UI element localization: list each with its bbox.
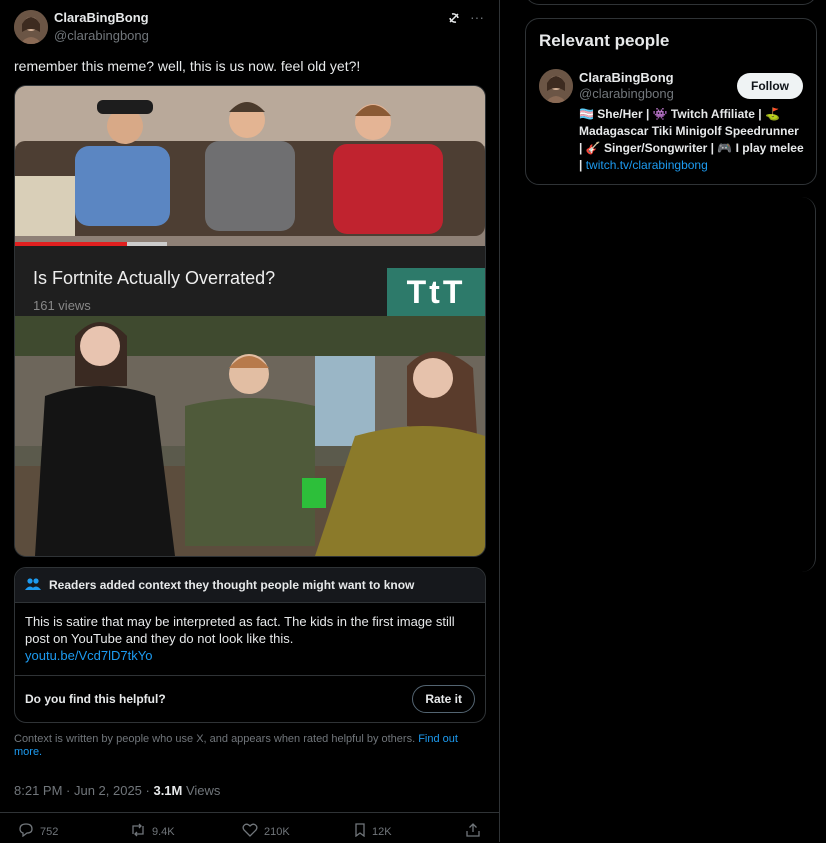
video-caption: Is Fortnite Actually Overrated? 161 view… [15, 246, 485, 316]
like-count: 210K [264, 825, 290, 838]
note-disclaimer: Context is written by people who use X, … [14, 733, 484, 759]
views-label: Views [182, 783, 221, 798]
bio-line-1: 🏳️‍⚧️ She/Her | 👾 Twitch Affiliate | ⛳ [579, 107, 780, 121]
handle[interactable]: @clarabingbong [54, 28, 149, 43]
grok-icon[interactable] [447, 11, 461, 30]
note-text: This is satire that may be interpreted a… [25, 614, 455, 646]
reply-button[interactable]: 752 [18, 823, 58, 840]
channel-logo: TtT [387, 268, 485, 316]
relevant-people-card: Relevant people ClaraBingBong @clarabing… [525, 18, 817, 185]
heart-icon [242, 823, 258, 840]
tweet-column: ClaraBingBong @clarabingbong ··· remembe… [0, 0, 500, 842]
note-link[interactable]: youtu.be/Vcd7lD7tkYo [25, 647, 475, 664]
video-thumbnail [15, 86, 485, 246]
video-views: 161 views [33, 298, 91, 313]
sidebar-empty-panel [525, 197, 816, 572]
timestamp[interactable]: 8:21 PM · Jun 2, 2025 · [14, 783, 153, 798]
note-body: This is satire that may be interpreted a… [15, 603, 485, 676]
bookmark-icon [354, 823, 366, 840]
recreation-photo [15, 316, 485, 556]
community-note: Readers added context they thought peopl… [14, 567, 486, 723]
share-button[interactable] [466, 823, 480, 840]
note-footer: Do you find this helpful? Rate it [15, 675, 485, 722]
bio-link[interactable]: twitch.tv/clarabingbong [586, 158, 708, 172]
rate-it-button[interactable]: Rate it [412, 685, 475, 713]
person-bio: 🏳️‍⚧️ She/Her | 👾 Twitch Affiliate | ⛳ M… [579, 106, 809, 174]
display-name[interactable]: ClaraBingBong [54, 10, 149, 25]
tweet-media[interactable]: Is Fortnite Actually Overrated? 161 view… [14, 85, 486, 557]
share-icon [466, 823, 480, 840]
repost-icon [130, 823, 146, 840]
relevant-people-title: Relevant people [539, 31, 670, 50]
tweet-text: remember this meme? well, this is us now… [14, 58, 361, 74]
like-button[interactable]: 210K [242, 823, 290, 840]
disclaimer-text: Context is written by people who use X, … [14, 733, 416, 745]
more-icon[interactable]: ··· [470, 9, 484, 25]
person-handle[interactable]: @clarabingbong [579, 86, 674, 101]
tweet-meta: 8:21 PM · Jun 2, 2025 · 3.1M Views [14, 783, 220, 798]
person-name[interactable]: ClaraBingBong [579, 70, 674, 85]
helpful-question: Do you find this helpful? [25, 692, 166, 706]
note-header-text: Readers added context they thought peopl… [49, 578, 415, 592]
action-bar: 752 9.4K 210K 12K [0, 812, 499, 843]
bookmark-count: 12K [372, 825, 392, 838]
note-header: Readers added context they thought peopl… [15, 568, 485, 603]
repost-button[interactable]: 9.4K [130, 823, 175, 840]
people-icon [25, 577, 41, 594]
reply-count: 752 [40, 825, 59, 838]
video-title: Is Fortnite Actually Overrated? [33, 268, 276, 288]
bookmark-button[interactable]: 12K [354, 823, 392, 840]
repost-count: 9.4K [152, 825, 175, 838]
bio-line-3: | 🎸 Singer/Songwriter | 🎮 I play melee [579, 141, 804, 155]
bio-line-2: Madagascar Tiki Minigolf Speedrunner [579, 124, 799, 138]
reply-icon [18, 823, 34, 840]
person-avatar[interactable] [539, 69, 573, 103]
views-count: 3.1M [153, 783, 183, 798]
avatar[interactable] [14, 10, 48, 44]
sidebar-prev-box [525, 0, 817, 5]
follow-button[interactable]: Follow [737, 73, 803, 99]
